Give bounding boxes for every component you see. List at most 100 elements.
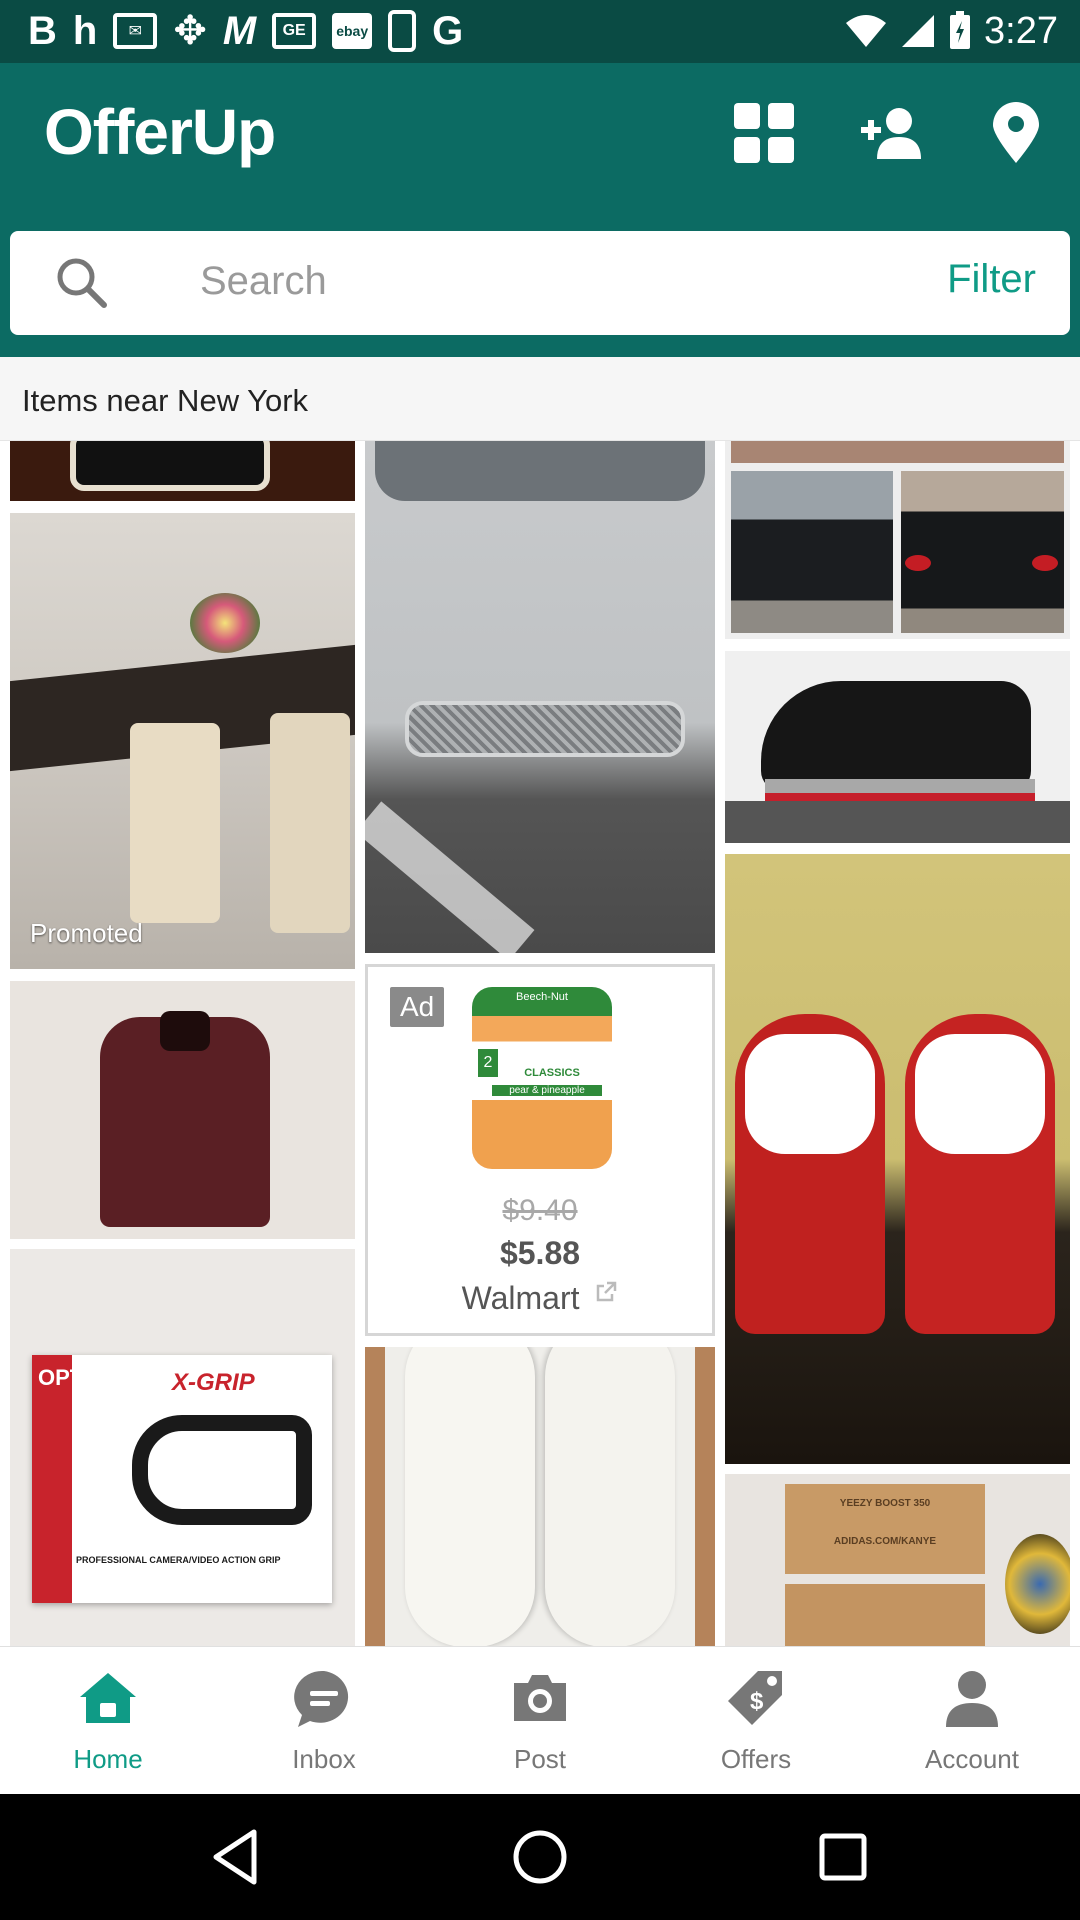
camera-icon xyxy=(514,1675,566,1721)
chair-image xyxy=(270,713,350,933)
grip-caption: PROFESSIONAL CAMERA/VIDEO ACTION GRIP xyxy=(76,1555,281,1565)
nav-post[interactable]: Post xyxy=(432,1665,648,1775)
ad-tile-walmart[interactable]: Ad Beech-Nut 2 CLASSICS pear & pineapple… xyxy=(365,964,715,1336)
sneaker-detail xyxy=(915,1034,1045,1154)
ground-image xyxy=(731,441,1064,463)
ad-sale-price: $5.88 xyxy=(499,1235,581,1271)
signal-icon xyxy=(902,15,935,47)
ad-product-stage: 2 xyxy=(478,1049,498,1077)
surface-image xyxy=(725,801,1070,843)
grip-image xyxy=(132,1415,312,1525)
recents-icon[interactable] xyxy=(810,1824,876,1890)
ad-product-brand: Beech-Nut xyxy=(516,991,568,1003)
sneaker-image xyxy=(405,1347,535,1646)
price-tag-icon: $ xyxy=(728,1671,782,1725)
grip-brand: OPTEKA xyxy=(38,1365,130,1390)
box-label: YEEZY BOOST 350 xyxy=(839,1498,931,1509)
ad-store-link[interactable]: Walmart xyxy=(368,1280,712,1317)
listing-tile-camera-grip[interactable]: OPTEKA X-GRIP PROFESSIONAL CAMERA/VIDEO … xyxy=(10,1249,355,1646)
listing-image xyxy=(731,471,893,633)
b-app-icon: B xyxy=(28,9,57,53)
promoted-label: Promoted xyxy=(30,918,143,948)
listing-image xyxy=(405,701,685,757)
taillight-image xyxy=(1032,555,1058,571)
app-header: OfferUp Search Filter xyxy=(0,63,1080,357)
location-header: Items near New York xyxy=(0,357,1080,441)
system-navigation-bar xyxy=(0,1794,1080,1920)
back-icon[interactable] xyxy=(204,1824,270,1890)
home-icon xyxy=(80,1673,136,1723)
listing-tile-white-sneakers[interactable] xyxy=(365,1347,715,1646)
bottom-navigation: Home Inbox Post $ Offers Account xyxy=(0,1646,1080,1794)
listing-image xyxy=(70,441,270,491)
chair-image xyxy=(130,723,220,923)
dropbox-icon: ✥ xyxy=(173,9,207,53)
listing-tile-jacket[interactable] xyxy=(10,981,355,1239)
nav-post-label: Post xyxy=(513,1744,567,1774)
location-button[interactable] xyxy=(976,93,1056,173)
google-icon: G xyxy=(432,9,464,53)
listing-image xyxy=(761,681,1031,791)
listing-image: OPTEKA X-GRIP PROFESSIONAL CAMERA/VIDEO … xyxy=(32,1355,332,1603)
listings-grid[interactable]: Promoted OPTEKA X-GRIP PROFESSIONAL CAME… xyxy=(0,441,1080,1646)
sneaker-image xyxy=(545,1347,675,1646)
chat-icon xyxy=(294,1670,349,1727)
search-input[interactable]: Search xyxy=(200,259,327,304)
ad-product-image: Beech-Nut 2 CLASSICS pear & pineapple xyxy=(472,987,612,1169)
listing-tile-red-sneakers[interactable] xyxy=(725,854,1070,1464)
person-icon xyxy=(946,1671,998,1727)
ad-original-price: $9.40 xyxy=(502,1194,578,1227)
svg-text:$: $ xyxy=(750,1688,764,1715)
grid-icon xyxy=(734,103,794,163)
ad-badge: Ad xyxy=(390,987,445,1027)
categories-button[interactable] xyxy=(724,93,804,173)
listing-image: YEEZY BOOST 350 ADIDAS.COM/KANYE xyxy=(785,1484,985,1574)
nav-offers[interactable]: $ Offers xyxy=(648,1665,864,1775)
nav-account[interactable]: Account xyxy=(864,1665,1080,1775)
add-person-icon xyxy=(861,108,921,159)
listing-image xyxy=(901,471,1064,633)
listing-tile-phone[interactable] xyxy=(10,441,355,501)
invite-friends-button[interactable] xyxy=(852,93,932,173)
filter-button[interactable]: Filter xyxy=(947,257,1036,302)
search-icon xyxy=(57,258,107,308)
section-title: Items near New York xyxy=(22,383,309,418)
external-link-icon xyxy=(597,1281,617,1302)
search-bar[interactable]: Search Filter xyxy=(10,231,1070,335)
nav-inbox[interactable]: Inbox xyxy=(216,1665,432,1775)
nav-home[interactable]: Home xyxy=(0,1665,216,1775)
listing-tile-jordan-sneaker[interactable] xyxy=(725,651,1070,843)
sole-image xyxy=(765,779,1035,801)
battery-icon xyxy=(950,11,971,49)
taillight-image xyxy=(905,555,931,571)
helmet-image xyxy=(1005,1534,1070,1634)
location-pin-icon xyxy=(993,102,1039,163)
listing-tile-yeezy-boxes[interactable]: YEEZY BOOST 350 ADIDAS.COM/KANYE xyxy=(725,1474,1070,1646)
nav-account-label: Account xyxy=(925,1744,1019,1774)
listing-image xyxy=(905,1014,1055,1334)
ebay-icon: ebay xyxy=(332,13,373,49)
ad-store-name: Walmart xyxy=(461,1280,580,1316)
ad-product-flavor: pear & pineapple xyxy=(492,1085,602,1096)
home-circle-icon[interactable] xyxy=(507,1824,573,1890)
grip-name: X-GRIP xyxy=(172,1369,255,1396)
road-marking-image xyxy=(365,801,535,953)
collar-image xyxy=(160,1011,210,1051)
status-bar: B h ✉ ✥ M GE ebay G 3:27 xyxy=(0,0,1080,63)
wifi-icon xyxy=(846,15,887,47)
nav-offers-label: Offers xyxy=(720,1744,792,1774)
listing-tile-dining-table[interactable]: Promoted xyxy=(10,513,355,969)
flowers-image xyxy=(190,593,260,653)
listing-tile-silver-car[interactable] xyxy=(365,441,715,953)
ge-icon: GE xyxy=(272,13,317,49)
listing-image xyxy=(735,1014,885,1334)
ad-product-line: CLASSICS xyxy=(524,1067,580,1079)
box-label: ADIDAS.COM/KANYE xyxy=(833,1536,937,1547)
nav-inbox-label: Inbox xyxy=(292,1744,356,1774)
box-image xyxy=(785,1584,985,1646)
windshield-image xyxy=(375,441,705,501)
listing-tile-black-car[interactable] xyxy=(725,441,1070,639)
sneaker-detail xyxy=(745,1034,875,1154)
mail-icon: ✉ xyxy=(113,13,158,49)
phone-icon xyxy=(388,10,417,52)
